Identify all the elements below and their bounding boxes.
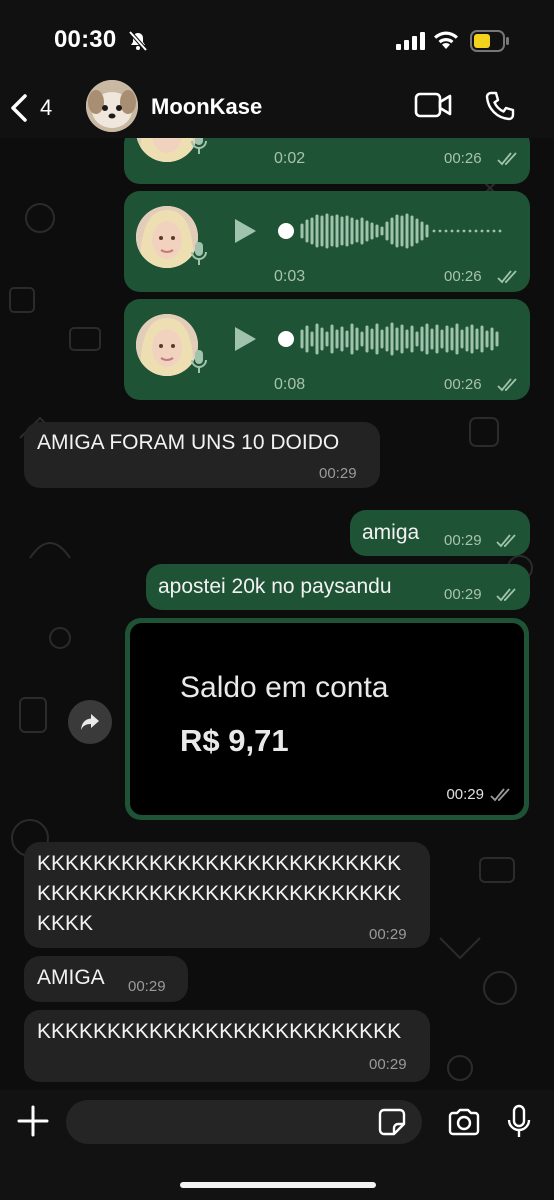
message-time: 00:29 bbox=[319, 465, 357, 482]
incoming-message[interactable]: KKKKKKKKKKKKKKKKKKKKKKKKKK 00:29 bbox=[24, 1010, 430, 1082]
voice-avatar bbox=[136, 314, 198, 376]
incoming-message[interactable]: AMIGA FORAM UNS 10 DOIDO 00:29 bbox=[24, 422, 380, 488]
contact-avatar[interactable] bbox=[86, 80, 138, 132]
incoming-message[interactable]: KKKKKKKKKKKKKKKKKKKKKKKKKK KKKKKKKKKKKKK… bbox=[24, 842, 430, 948]
play-icon[interactable] bbox=[232, 325, 258, 353]
message-time: 00:29 bbox=[446, 786, 484, 803]
message-time: 00:29 bbox=[369, 926, 407, 943]
video-call-icon[interactable] bbox=[414, 92, 452, 118]
status-time: 00:30 bbox=[54, 26, 117, 53]
message-text: KKKK bbox=[37, 912, 94, 935]
balance-title: Saldo em conta bbox=[180, 671, 389, 704]
chat-header: 4 MoonKase bbox=[0, 80, 554, 138]
chat-area[interactable]: 0:02 00:26 0:03 00:26 0:08 00:26 AMIGA F… bbox=[0, 138, 554, 1090]
double-check-icon bbox=[497, 152, 517, 166]
mic-icon bbox=[191, 242, 207, 265]
status-bar: 00:30 bbox=[0, 0, 554, 80]
double-check-icon bbox=[497, 378, 517, 392]
contact-name[interactable]: MoonKase bbox=[151, 94, 262, 120]
forward-button[interactable] bbox=[68, 700, 112, 744]
message-text: amiga bbox=[362, 521, 420, 544]
image-content[interactable]: Saldo em conta R$ 9,71 00:29 bbox=[130, 623, 524, 815]
voice-avatar bbox=[136, 206, 198, 268]
message-text: KKKKKKKKKKKKKKKKKKKKKKKKKK bbox=[37, 882, 402, 905]
double-check-icon bbox=[490, 788, 510, 802]
balance-value: R$ 9,71 bbox=[180, 723, 289, 758]
sticker-icon[interactable] bbox=[378, 1108, 406, 1136]
voice-duration: 0:02 bbox=[274, 150, 306, 167]
wifi-icon bbox=[434, 31, 458, 49]
input-bar bbox=[0, 1090, 554, 1200]
message-text: AMIGA bbox=[37, 966, 105, 989]
play-icon[interactable] bbox=[232, 217, 258, 245]
voice-message[interactable]: 0:02 00:26 bbox=[124, 138, 530, 184]
voice-duration: 0:03 bbox=[274, 268, 306, 285]
mic-icon[interactable] bbox=[506, 1104, 532, 1140]
signal-icon bbox=[396, 32, 425, 50]
incoming-message[interactable]: AMIGA 00:29 bbox=[24, 956, 188, 1002]
double-check-icon bbox=[496, 588, 516, 602]
phone-icon[interactable] bbox=[484, 90, 516, 122]
message-time: 00:26 bbox=[444, 376, 482, 393]
image-message[interactable]: Saldo em conta R$ 9,71 00:29 bbox=[125, 618, 529, 820]
outgoing-message[interactable]: apostei 20k no paysandu 00:29 bbox=[146, 564, 530, 610]
message-input[interactable] bbox=[66, 1100, 422, 1144]
voice-duration: 0:08 bbox=[274, 376, 306, 393]
battery-icon bbox=[470, 30, 509, 52]
voice-message[interactable]: 0:03 00:26 bbox=[124, 191, 530, 292]
message-time: 00:26 bbox=[444, 268, 482, 285]
voice-waveform[interactable] bbox=[276, 211, 508, 251]
double-check-icon bbox=[497, 270, 517, 284]
message-text: KKKKKKKKKKKKKKKKKKKKKKKKKK bbox=[37, 1020, 402, 1043]
voice-waveform[interactable] bbox=[276, 319, 508, 359]
message-time: 00:29 bbox=[369, 1056, 407, 1073]
double-check-icon bbox=[496, 534, 516, 548]
home-indicator bbox=[180, 1182, 376, 1188]
plus-icon[interactable] bbox=[16, 1104, 50, 1138]
voice-message[interactable]: 0:08 00:26 bbox=[124, 299, 530, 400]
message-time: 00:29 bbox=[128, 978, 166, 995]
mic-icon bbox=[191, 138, 207, 154]
message-time: 00:29 bbox=[444, 586, 482, 603]
forward-icon bbox=[81, 714, 99, 730]
outgoing-message[interactable]: amiga 00:29 bbox=[350, 510, 530, 556]
message-text: apostei 20k no paysandu bbox=[158, 575, 392, 598]
back-chevron-icon bbox=[11, 94, 27, 122]
bell-off-icon bbox=[128, 30, 148, 52]
mic-icon bbox=[191, 350, 207, 373]
message-time: 00:29 bbox=[444, 532, 482, 549]
voice-avatar bbox=[136, 138, 198, 162]
message-time: 00:26 bbox=[444, 150, 482, 167]
message-text: AMIGA FORAM UNS 10 DOIDO bbox=[37, 431, 340, 454]
back-count: 4 bbox=[40, 95, 53, 120]
camera-icon[interactable] bbox=[447, 1108, 481, 1136]
message-text: KKKKKKKKKKKKKKKKKKKKKKKKKK bbox=[37, 852, 402, 875]
back-button[interactable]: 4 bbox=[10, 90, 62, 126]
